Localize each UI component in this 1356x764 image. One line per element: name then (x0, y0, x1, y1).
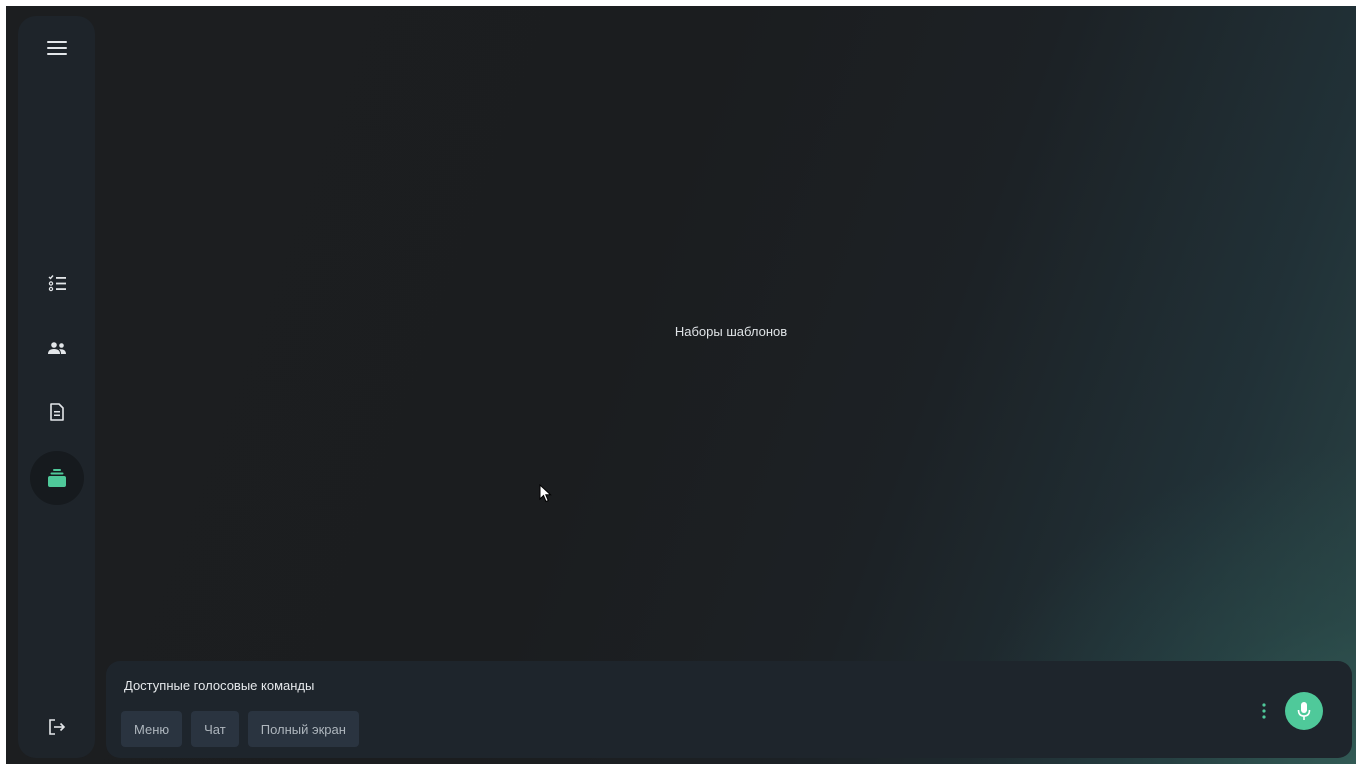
menu-icon (46, 41, 67, 55)
voice-command-fullscreen[interactable]: Полный экран (247, 711, 359, 747)
voice-command-list: Меню Чат Полный экран (121, 711, 359, 747)
users-icon (47, 342, 66, 354)
sidebar (18, 16, 95, 758)
more-options-button[interactable] (1253, 699, 1275, 723)
logout-button[interactable] (30, 700, 84, 754)
sidebar-item-template-sets[interactable] (29, 451, 84, 505)
vertical-dots-icon (1262, 703, 1266, 719)
document-icon (49, 403, 64, 421)
app-window: Наборы шаблонов Доступные голосовые кома… (6, 6, 1356, 764)
sidebar-item-documents[interactable] (30, 385, 84, 439)
sidebar-item-tasks[interactable] (30, 256, 84, 310)
checklist-icon (48, 275, 66, 292)
microphone-icon (1297, 702, 1311, 720)
page-title: Наборы шаблонов (674, 324, 788, 339)
mouse-cursor-icon (539, 483, 553, 509)
logout-icon (48, 719, 65, 735)
voice-commands-title: Доступные голосовые команды (124, 678, 315, 693)
microphone-button[interactable] (1285, 692, 1323, 730)
template-stack-icon (47, 469, 66, 487)
voice-command-chat[interactable]: Чат (191, 711, 239, 747)
sidebar-item-users[interactable] (30, 321, 84, 375)
voice-command-menu[interactable]: Меню (121, 711, 183, 747)
menu-button[interactable] (30, 21, 84, 75)
voice-commands-panel: Доступные голосовые команды Меню Чат Пол… (106, 661, 1352, 758)
